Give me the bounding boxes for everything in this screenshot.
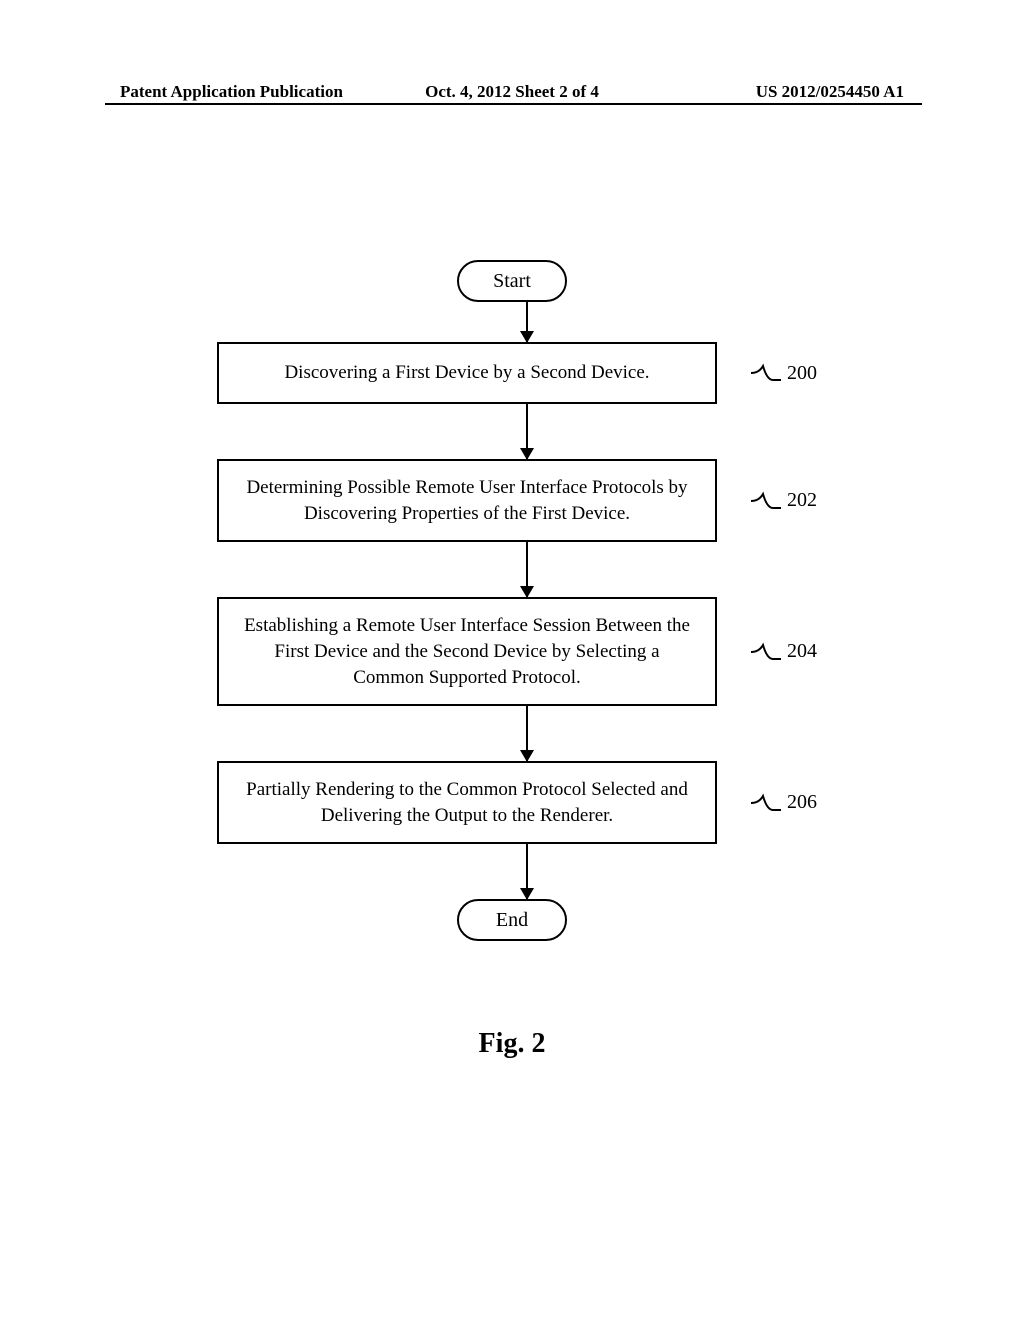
arrow-container [526, 844, 528, 899]
step-label-1: 200 [751, 362, 817, 385]
header-left: Patent Application Publication [120, 82, 343, 102]
step-text-1: Discovering a First Device by a Second D… [284, 360, 649, 386]
end-terminator: End [457, 899, 567, 941]
header-right: US 2012/0254450 A1 [756, 82, 904, 102]
arrow [526, 706, 528, 761]
start-terminator: Start [457, 260, 567, 302]
step-label-2: 202 [751, 489, 817, 512]
step-box-1: Discovering a First Device by a Second D… [217, 342, 717, 404]
arrow-container [526, 706, 528, 761]
arrow-container [526, 542, 528, 597]
step-container-1: Discovering a First Device by a Second D… [187, 342, 837, 404]
step-number-3: 204 [787, 640, 817, 663]
start-label: Start [493, 270, 531, 293]
arrow-container [526, 404, 528, 459]
step-number-4: 206 [787, 791, 817, 814]
step-box-2: Determining Possible Remote User Interfa… [217, 459, 717, 542]
step-container-4: Partially Rendering to the Common Protoc… [187, 761, 837, 844]
page-header: Patent Application Publication Oct. 4, 2… [120, 82, 904, 102]
step-box-3: Establishing a Remote User Interface Ses… [217, 597, 717, 706]
step-number-1: 200 [787, 362, 817, 385]
step-text-4: Partially Rendering to the Common Protoc… [246, 779, 688, 826]
arrow [526, 302, 528, 342]
figure-caption: Fig. 2 [479, 1028, 546, 1060]
step-label-4: 206 [751, 791, 817, 814]
connector-icon [751, 362, 781, 384]
arrow [526, 844, 528, 899]
end-label: End [496, 909, 528, 932]
header-center: Oct. 4, 2012 Sheet 2 of 4 [425, 82, 599, 102]
connector-icon [751, 490, 781, 512]
step-box-4: Partially Rendering to the Common Protoc… [217, 761, 717, 844]
step-label-3: 204 [751, 640, 817, 663]
arrow [526, 404, 528, 459]
header-divider [105, 103, 922, 105]
arrow-head-icon [520, 888, 534, 900]
flowchart-diagram: Start Discovering a First Device by a Se… [187, 260, 837, 941]
step-container-3: Establishing a Remote User Interface Ses… [187, 597, 837, 706]
step-text-2: Determining Possible Remote User Interfa… [246, 477, 687, 524]
arrow [526, 542, 528, 597]
connector-icon [751, 641, 781, 663]
arrow-container [526, 302, 528, 342]
step-text-3: Establishing a Remote User Interface Ses… [244, 615, 690, 687]
connector-icon [751, 792, 781, 814]
step-number-2: 202 [787, 489, 817, 512]
step-container-2: Determining Possible Remote User Interfa… [187, 459, 837, 542]
